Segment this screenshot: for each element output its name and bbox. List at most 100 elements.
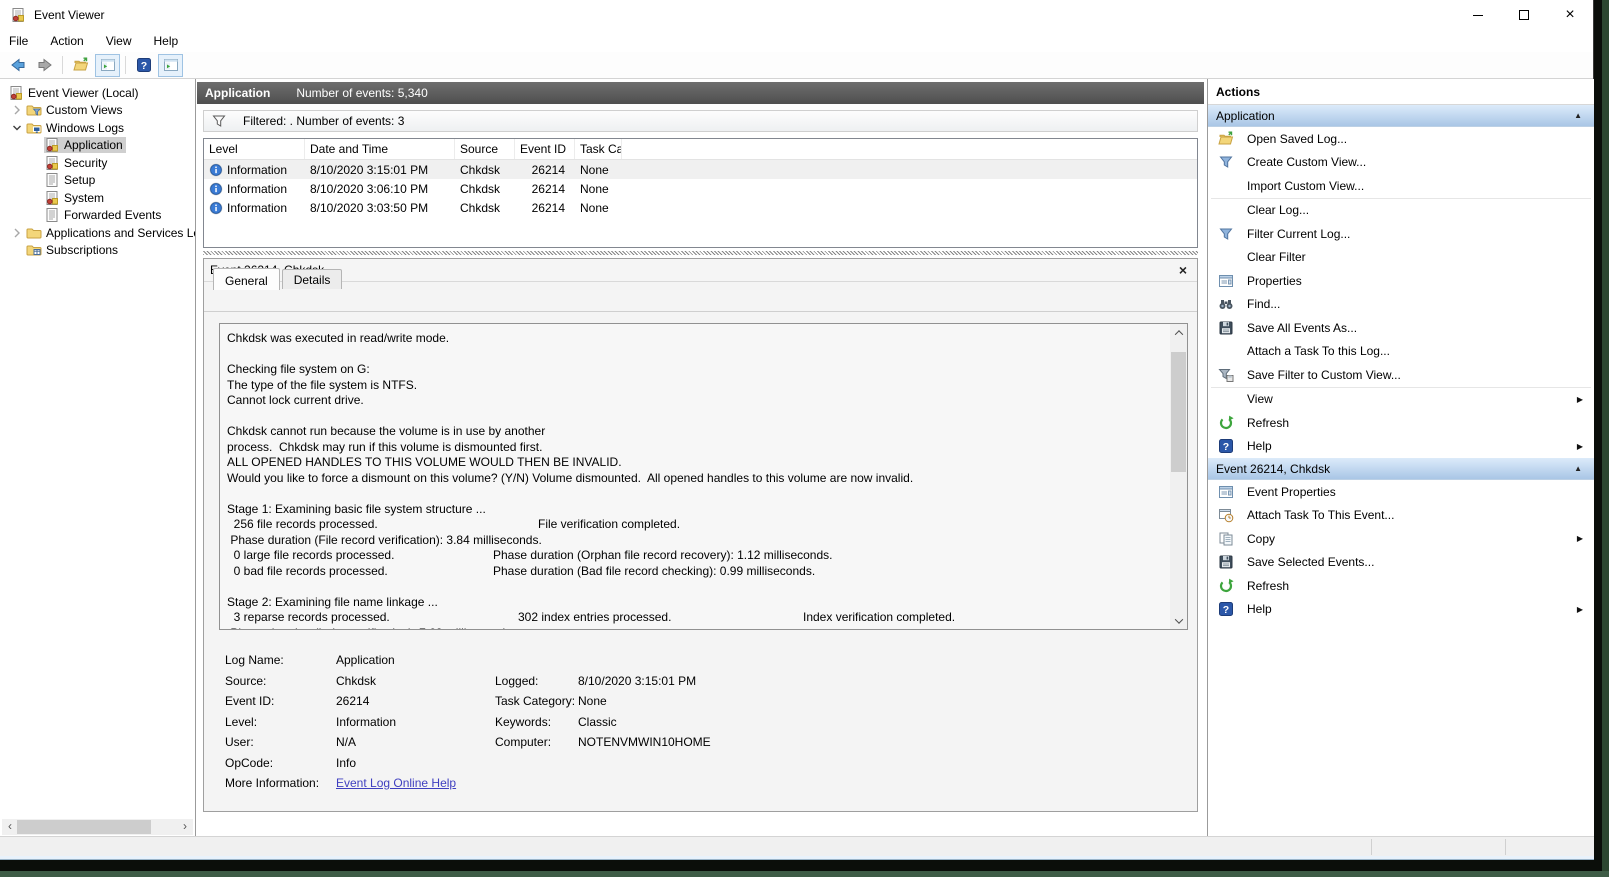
actions-section-header-event-26214-chkdsk[interactable]: Event 26214, Chkdsk▲ [1208, 458, 1594, 480]
maximize-button[interactable] [1501, 0, 1547, 30]
sidebar-item-security[interactable]: Security [0, 154, 195, 172]
table-row[interactable]: Information8/10/2020 3:03:50 PMChkdsk262… [204, 198, 1197, 217]
event-message-box[interactable]: Chkdsk was executed in read/write mode.C… [219, 323, 1188, 630]
action-pane-toggle-button[interactable] [158, 54, 183, 77]
chevron-down-icon[interactable] [8, 120, 26, 136]
column-header-source[interactable]: Source [455, 139, 515, 159]
scrollbar-thumb[interactable] [1171, 352, 1186, 472]
sidebar-item-applications-and-services-lo[interactable]: Applications and Services Lo [0, 224, 195, 242]
menu-view[interactable]: View [106, 31, 142, 51]
action-save-filter-to-custom-view[interactable]: Save Filter to Custom View... [1208, 363, 1594, 387]
action-create-custom-view[interactable]: Create Custom View... [1208, 151, 1594, 175]
actions-section-header-application[interactable]: Application▲ [1208, 105, 1594, 127]
action-find[interactable]: Find... [1208, 293, 1594, 317]
table-row[interactable]: Information8/10/2020 3:15:01 PMChkdsk262… [204, 160, 1197, 179]
action-filter-current-log[interactable]: Filter Current Log... [1208, 222, 1594, 246]
table-row[interactable]: Information8/10/2020 3:06:10 PMChkdsk262… [204, 179, 1197, 198]
sidebar-item-event-viewer-local[interactable]: Event Viewer (Local) [0, 84, 195, 102]
sidebar-item-forwarded-events[interactable]: Forwarded Events [0, 207, 195, 225]
collapse-icon[interactable]: ▲ [1574, 111, 1582, 120]
action-event-properties[interactable]: Event Properties [1208, 480, 1594, 504]
action-open-saved-log[interactable]: Open Saved Log... [1208, 127, 1594, 151]
action-clear-log[interactable]: Clear Log... [1208, 199, 1594, 223]
tab-details[interactable]: Details [282, 269, 343, 289]
forward-button[interactable] [32, 54, 57, 77]
scroll-right-arrow-icon[interactable]: › [177, 819, 193, 835]
chevron-right-icon[interactable] [8, 102, 26, 118]
expander-slot [26, 190, 44, 206]
action-import-custom-view[interactable]: Import Custom View... [1208, 174, 1594, 198]
sidebar-item-system[interactable]: System [0, 189, 195, 207]
sidebar-item-setup[interactable]: Setup [0, 172, 195, 190]
event-log-online-help-link[interactable]: Event Log Online Help [336, 776, 456, 790]
scroll-down-button[interactable] [1170, 612, 1187, 629]
action-save-selected-events[interactable]: Save Selected Events... [1208, 551, 1594, 575]
scroll-left-arrow-icon[interactable]: ‹ [2, 819, 18, 835]
menu-action[interactable]: Action [50, 31, 93, 51]
detail-row-user: User:N/AComputer:NOTENVMWIN10HOME [225, 733, 1185, 754]
floppy-icon [1218, 554, 1234, 570]
collapse-icon[interactable]: ▲ [1574, 464, 1582, 473]
column-header-date-and-time[interactable]: Date and Time [305, 139, 455, 159]
action-help[interactable]: Help▶ [1208, 598, 1594, 622]
detail-label: OpCode: [225, 756, 273, 770]
column-header-event-id[interactable]: Event ID [515, 139, 575, 159]
action-attach-task-to-this-event[interactable]: Attach Task To This Event... [1208, 504, 1594, 528]
sidebar-item-windows-logs[interactable]: Windows Logs [0, 119, 195, 137]
actions-pane: Actions Application▲Open Saved Log...Cre… [1207, 79, 1594, 836]
submenu-arrow-icon: ▶ [1577, 442, 1583, 451]
action-label: Save Selected Events... [1247, 555, 1374, 569]
console-tree-toggle-button[interactable] [95, 54, 120, 77]
action-copy[interactable]: Copy▶ [1208, 527, 1594, 551]
minimize-button[interactable] [1455, 0, 1501, 30]
action-refresh[interactable]: Refresh [1208, 574, 1594, 598]
level-text: Information [227, 163, 287, 177]
action-save-all-events-as[interactable]: Save All Events As... [1208, 316, 1594, 340]
status-separator [1505, 839, 1506, 855]
refresh-icon [1218, 578, 1234, 594]
tree-item-label: Custom Views [46, 103, 122, 117]
sidebar-item-custom-views[interactable]: Custom Views [0, 102, 195, 120]
event-list-body: Information8/10/2020 3:15:01 PMChkdsk262… [204, 160, 1197, 217]
column-header-level[interactable]: Level [204, 139, 305, 159]
binoculars-icon [1218, 296, 1234, 312]
cell-event-id: 26214 [515, 163, 575, 177]
sidebar-item-application[interactable]: Application [0, 137, 195, 155]
scrollbar-thumb[interactable] [17, 820, 151, 834]
event-list-header: LevelDate and TimeSourceEvent IDTask Ca.… [204, 139, 1197, 160]
preview-close-icon[interactable]: × [1179, 262, 1187, 278]
pane-splitter[interactable] [203, 251, 1198, 255]
tree: Event Viewer (Local)Custom Views Windows … [0, 79, 195, 259]
action-label: Clear Log... [1247, 203, 1309, 217]
action-view[interactable]: View▶ [1208, 388, 1594, 412]
message-segment: Stage 2: Examining file name linkage ... [227, 595, 438, 609]
folder-open-icon [73, 57, 89, 73]
sidebar-item-subscriptions[interactable]: Subscriptions [0, 242, 195, 260]
chevron-right-icon[interactable] [8, 225, 26, 241]
event-preview-pane: Event 26214, Chkdsk × GeneralDetails Chk… [203, 258, 1198, 812]
message-line: Checking file system on G: [227, 362, 1161, 378]
column-header-task-ca[interactable]: Task Ca... [575, 139, 622, 159]
tab-general[interactable]: General [213, 268, 280, 290]
action-clear-filter[interactable]: Clear Filter [1208, 246, 1594, 270]
menu-file[interactable]: File [9, 31, 38, 51]
message-vertical-scrollbar[interactable] [1170, 324, 1187, 629]
menu-help[interactable]: Help [154, 31, 189, 51]
back-button[interactable] [5, 54, 30, 77]
action-attach-a-task-to-this-log[interactable]: Attach a Task To this Log... [1208, 340, 1594, 364]
message-segment: 0 bad file records processed. [227, 564, 388, 578]
info-icon [209, 182, 223, 196]
action-help[interactable]: Help▶ [1208, 435, 1594, 459]
open-saved-log-button[interactable] [68, 54, 93, 77]
close-button[interactable]: × [1547, 0, 1593, 30]
event-preview-header: Event 26214, Chkdsk × [204, 259, 1197, 282]
log-view-panel: Application Number of events: 5,340 Filt… [197, 79, 1206, 836]
window-controls: × [1455, 0, 1593, 30]
action-properties[interactable]: Properties [1208, 269, 1594, 293]
tree-horizontal-scrollbar[interactable]: ‹ › [2, 819, 193, 835]
scroll-up-button[interactable] [1170, 324, 1187, 341]
action-refresh[interactable]: Refresh [1208, 411, 1594, 435]
detail-value: Chkdsk [336, 674, 376, 688]
detail-label: Task Category: [495, 694, 575, 708]
help-button[interactable] [131, 54, 156, 77]
